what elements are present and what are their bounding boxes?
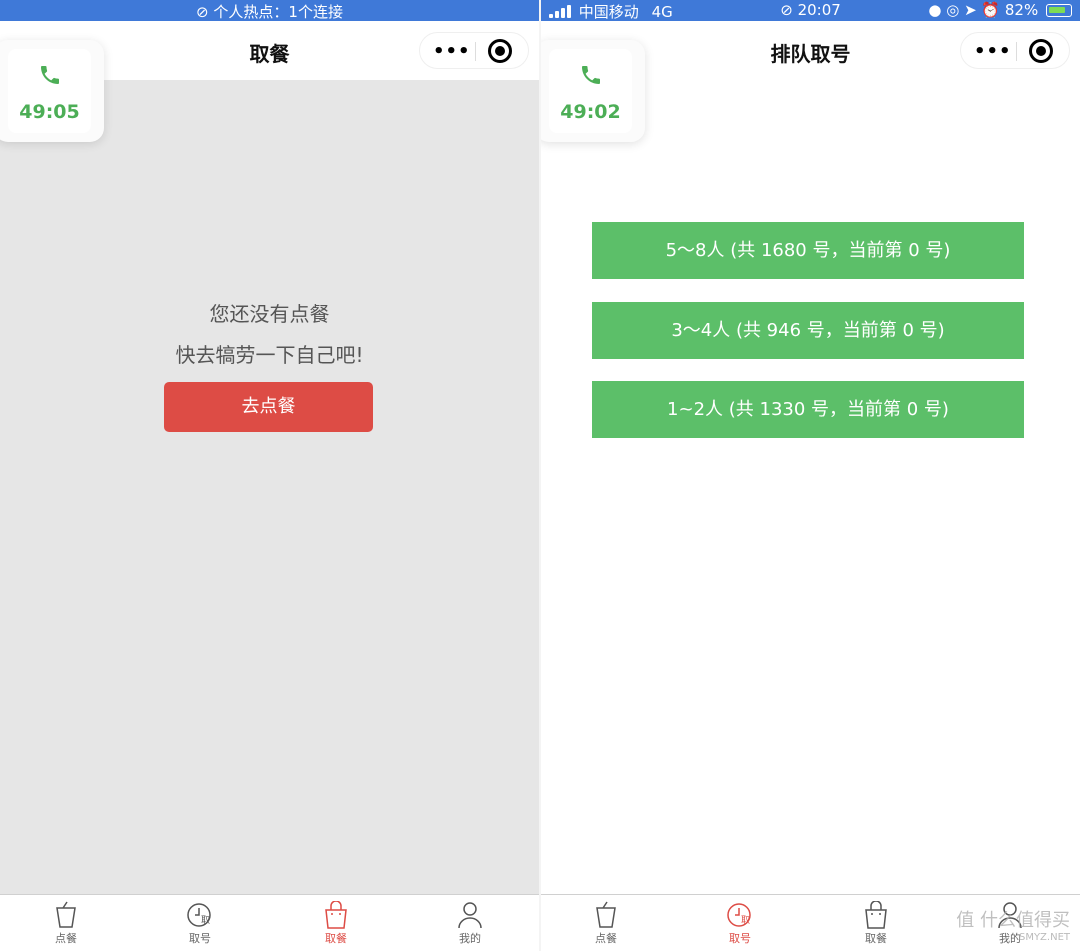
tab-label: 我的 xyxy=(459,932,481,945)
go-order-button[interactable]: 去点餐 xyxy=(164,382,373,432)
tab-me[interactable]: 我的 xyxy=(430,901,510,946)
phone-icon xyxy=(41,66,59,84)
close-target-icon[interactable] xyxy=(1029,39,1053,63)
cup-icon xyxy=(56,901,76,928)
user-icon xyxy=(458,902,482,929)
call-timer: 49:05 xyxy=(19,101,80,123)
clock-ticket-icon: 取 xyxy=(727,903,751,927)
queue-option-1-2[interactable]: 1~2人 (共 1330 号，当前第 0 号) xyxy=(592,381,1024,438)
tab-order[interactable]: 点餐 xyxy=(26,901,106,946)
cup-icon xyxy=(596,901,616,928)
empty-message: 您还没有点餐 xyxy=(209,302,330,326)
site-watermark: 值 什么值得买 SMYZ.NET xyxy=(956,906,1070,943)
location-icon: ● ◎ ➤ ⏰ xyxy=(928,1,1001,19)
close-target-icon[interactable] xyxy=(488,39,512,63)
tab-label: 取餐 xyxy=(865,932,887,945)
status-time: 20:07 xyxy=(797,1,841,19)
call-card: 49:05 xyxy=(8,49,91,133)
watermark-text: 值 什么值得买 xyxy=(956,910,1070,931)
watermark-url: SMYZ.NET xyxy=(1018,932,1070,943)
bag-icon xyxy=(865,901,887,929)
more-icon[interactable]: ••• xyxy=(974,41,1012,62)
battery-percent: 82% xyxy=(1004,1,1039,19)
tab-label: 取号 xyxy=(729,932,751,945)
call-timer: 49:02 xyxy=(560,101,621,123)
bag-icon xyxy=(325,901,347,929)
tab-bar: 点餐 取 取号 取餐 我的 xyxy=(0,894,539,951)
tab-label: 点餐 xyxy=(55,932,77,945)
tab-label: 取餐 xyxy=(325,932,347,945)
status-bar: 中国移动 4G ⊘ 20:07 ● ◎ ➤ ⏰ 82% xyxy=(541,0,1080,21)
svg-text:取: 取 xyxy=(741,915,750,926)
call-float-window[interactable]: 49:02 xyxy=(541,40,645,142)
tab-queue[interactable]: 取 取号 xyxy=(700,901,780,946)
link-icon: ⊘ xyxy=(196,3,209,21)
mini-program-capsule: ••• xyxy=(960,32,1070,69)
tab-queue[interactable]: 取 取号 xyxy=(160,901,240,946)
hotspot-status: ⊘ 个人热点：1个连接 xyxy=(0,1,539,22)
tab-pickup[interactable]: 取餐 xyxy=(836,901,916,946)
tab-pickup[interactable]: 取餐 xyxy=(296,901,376,946)
phone-icon xyxy=(582,66,600,84)
queue-option-5-8[interactable]: 5～8人 (共 1680 号，当前第 0 号) xyxy=(592,222,1024,279)
capsule-divider xyxy=(1016,42,1017,61)
capsule-divider xyxy=(475,42,476,61)
hotspot-text: 个人热点：1个连接 xyxy=(213,3,343,21)
call-card: 49:02 xyxy=(549,49,632,133)
status-right: ● ◎ ➤ ⏰ 82% xyxy=(928,1,1072,19)
right-screen: 中国移动 4G ⊘ 20:07 ● ◎ ➤ ⏰ 82% 排队取号 ••• 49:… xyxy=(541,0,1080,951)
left-screen: ⊘ 个人热点：1个连接 取餐 ••• 49:05 您还没有点餐 快去犒劳一下自己… xyxy=(0,0,539,951)
queue-option-3-4[interactable]: 3～4人 (共 946 号，当前第 0 号) xyxy=(592,302,1024,359)
tab-label: 点餐 xyxy=(595,932,617,945)
tab-label: 取号 xyxy=(189,932,211,945)
tab-order[interactable]: 点餐 xyxy=(566,901,646,946)
clock-ticket-icon: 取 xyxy=(187,903,211,927)
call-float-window[interactable]: 49:05 xyxy=(0,40,104,142)
battery-icon xyxy=(1046,4,1072,17)
more-icon[interactable]: ••• xyxy=(433,41,471,62)
svg-text:取: 取 xyxy=(201,915,210,926)
status-bar: ⊘ 个人热点：1个连接 xyxy=(0,0,539,21)
mini-program-capsule: ••• xyxy=(419,32,529,69)
empty-state: 您还没有点餐 快去犒劳一下自己吧! xyxy=(0,294,539,376)
empty-hint: 快去犒劳一下自己吧! xyxy=(175,343,364,367)
link-icon: ⊘ xyxy=(780,1,793,19)
